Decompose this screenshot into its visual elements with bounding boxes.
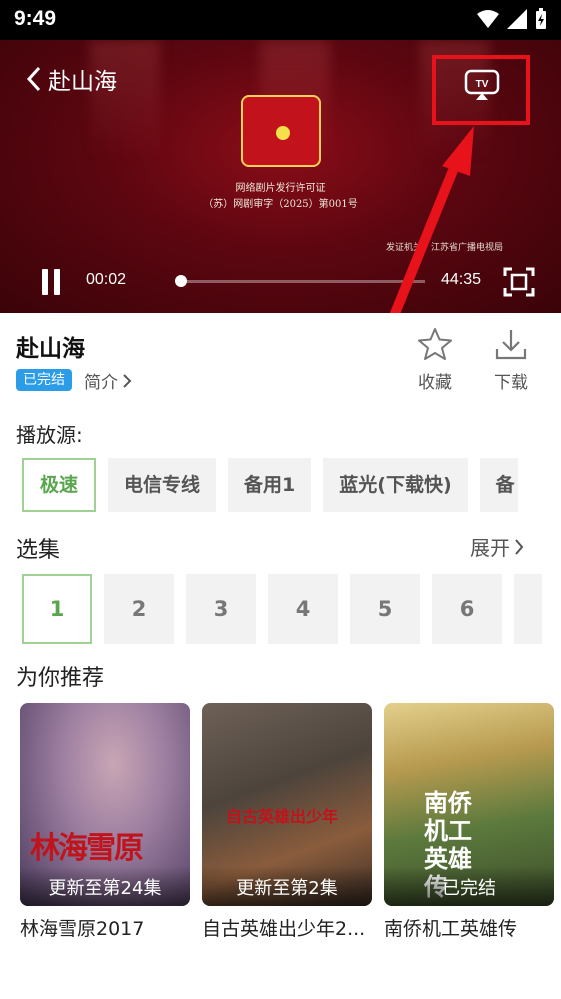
episode-list: 1 2 3 4 5 6	[22, 574, 542, 644]
player-controls: 00:02 44:35	[0, 251, 561, 313]
poster-image: 林海雪原 更新至第24集	[20, 703, 190, 906]
expand-label: 展开	[470, 536, 510, 560]
chevron-right-icon	[515, 538, 524, 555]
download-label: 下载	[494, 373, 528, 393]
episode-item[interactable]: 5	[350, 574, 420, 644]
progress-track[interactable]	[180, 280, 425, 283]
intro-label: 简介	[84, 373, 118, 393]
source-section-label: 播放源:	[16, 423, 83, 447]
poster-title: 林海雪原	[30, 831, 144, 866]
status-badge: 已完结	[16, 369, 72, 391]
pause-button[interactable]	[42, 269, 62, 295]
chevron-right-icon	[123, 373, 132, 388]
signal-icon	[507, 9, 527, 29]
star-icon	[418, 328, 452, 360]
status-time: 9:49	[14, 7, 57, 30]
source-item[interactable]: 备	[479, 458, 518, 512]
status-icons	[477, 8, 547, 30]
progress-thumb[interactable]	[175, 275, 187, 287]
recommend-card[interactable]: 自古英雄出少年 更新至第2集 自古英雄出少年2...	[202, 703, 372, 941]
back-button[interactable]: 赴山海	[26, 62, 117, 96]
status-bar: 9:49	[0, 0, 561, 40]
chevron-left-icon	[26, 66, 41, 92]
license-line-1: 网络剧片发行许可证	[235, 183, 326, 194]
source-list: 极速 电信专线 备用1 蓝光(下载快) 备	[22, 458, 518, 512]
poster-image: 自古英雄出少年 更新至第2集	[202, 703, 372, 906]
poster-caption: 更新至第24集	[20, 866, 190, 906]
svg-text:TV: TV	[476, 79, 489, 90]
episode-item[interactable]: 2	[104, 574, 174, 644]
current-time: 00:02	[86, 271, 127, 288]
detail-panel: 赴山海 已完结 简介 收藏 下载 播放源: 极速 电信专线 备用1 蓝光(下载快…	[0, 313, 561, 999]
favorite-label: 收藏	[418, 373, 452, 393]
fullscreen-icon[interactable]	[503, 267, 535, 297]
recommend-card[interactable]: 林海雪原 更新至第24集 林海雪原2017	[20, 703, 190, 941]
license-logo	[241, 95, 321, 167]
duration: 44:35	[441, 271, 482, 288]
favorite-button[interactable]: 收藏	[405, 327, 465, 393]
episode-item[interactable]: 4	[268, 574, 338, 644]
tv-cast-icon: TV	[464, 69, 500, 100]
episode-item[interactable]: 1	[22, 574, 92, 644]
battery-icon	[536, 8, 546, 29]
recommend-list: 林海雪原 更新至第24集 林海雪原2017 自古英雄出少年 更新至第2集 自古英…	[20, 703, 554, 941]
stage-light	[90, 40, 160, 160]
download-icon	[495, 330, 527, 360]
episode-item[interactable]: 3	[186, 574, 256, 644]
expand-episodes-button[interactable]: 展开	[470, 532, 524, 561]
poster-title: 自古英雄出少年	[226, 807, 339, 826]
poster-caption: 已完结	[384, 866, 554, 906]
show-title: 赴山海	[16, 336, 85, 362]
wifi-icon	[477, 10, 499, 28]
intro-link[interactable]: 简介	[84, 368, 132, 393]
logo-play-mark	[276, 126, 290, 140]
episodes-section-label: 选集	[16, 538, 61, 563]
source-item[interactable]: 极速	[22, 458, 97, 512]
episode-item-partial[interactable]	[514, 574, 542, 644]
license-line-2: （苏）网剧审字（2025）第001号	[203, 199, 358, 210]
poster-caption: 更新至第2集	[202, 866, 372, 906]
recommend-title: 自古英雄出少年2...	[202, 918, 366, 940]
source-item[interactable]: 备用1	[228, 458, 312, 512]
source-item[interactable]: 蓝光(下载快)	[323, 458, 468, 512]
download-button[interactable]: 下载	[481, 327, 541, 393]
recommend-title: 南侨机工英雄传	[384, 918, 518, 940]
episode-item[interactable]: 6	[432, 574, 502, 644]
recommend-card[interactable]: 南侨机工英雄传 已完结 南侨机工英雄传	[384, 703, 554, 941]
cast-tv-button[interactable]: TV	[432, 55, 530, 125]
source-item[interactable]: 电信专线	[108, 458, 217, 512]
recommend-title: 林海雪原2017	[20, 918, 145, 940]
player-title: 赴山海	[48, 69, 117, 95]
poster-image: 南侨机工英雄传 已完结	[384, 703, 554, 906]
recommend-section-label: 为你推荐	[16, 666, 105, 691]
